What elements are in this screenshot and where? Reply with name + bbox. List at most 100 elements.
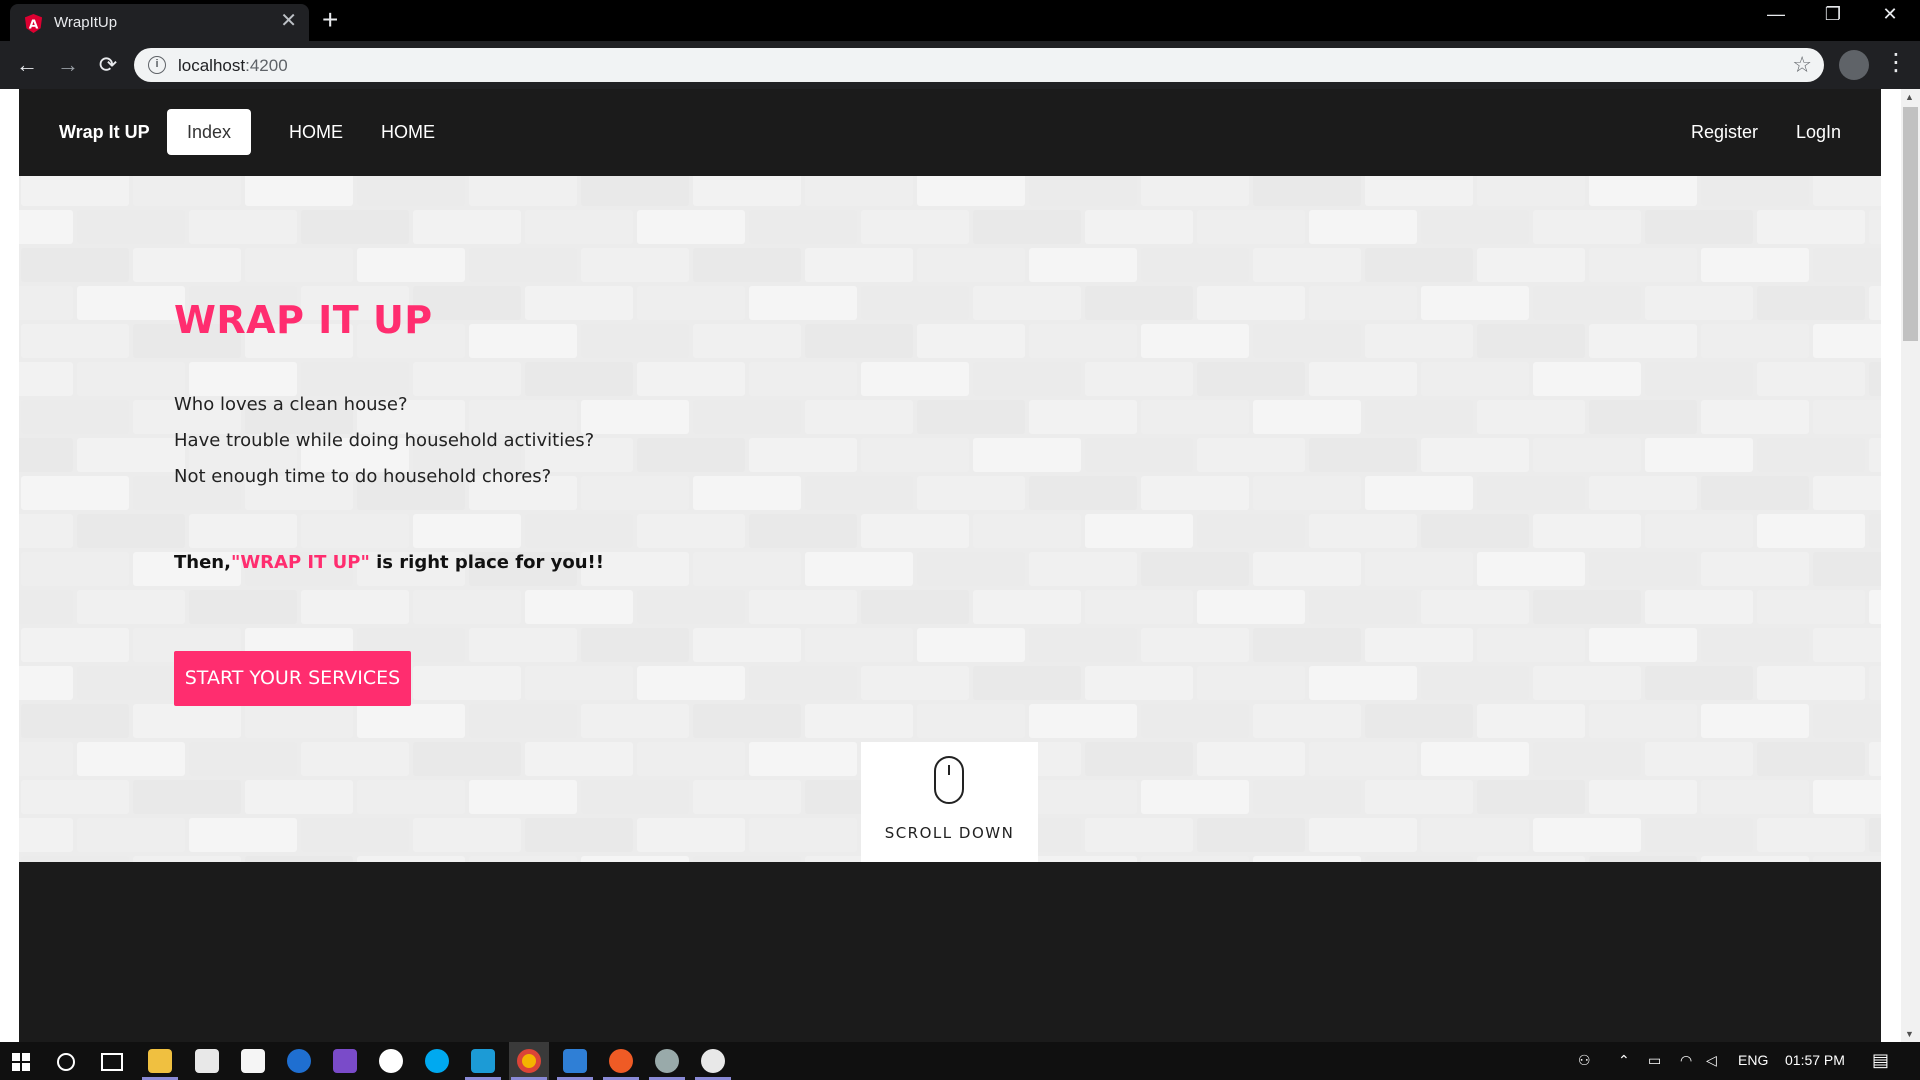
brick	[1141, 400, 1249, 434]
brick	[1253, 324, 1361, 358]
brick	[413, 666, 521, 700]
brick	[1365, 248, 1473, 282]
brick	[1533, 210, 1641, 244]
brick	[581, 628, 689, 662]
postman-icon[interactable]	[609, 1049, 633, 1073]
restore-icon[interactable]: ❐	[1805, 4, 1861, 25]
task-view-icon[interactable]	[101, 1053, 123, 1071]
brick	[749, 818, 857, 852]
brick	[1701, 780, 1809, 814]
brick	[805, 176, 913, 206]
page-scrollbar[interactable]: ▲ ▼	[1881, 89, 1920, 1042]
brick	[1757, 590, 1865, 624]
reload-icon[interactable]: ⟳	[94, 51, 122, 79]
brick	[1365, 552, 1473, 586]
brick	[357, 704, 465, 738]
windows-start-icon[interactable]	[12, 1053, 30, 1071]
brick	[1365, 476, 1473, 510]
brick	[1085, 514, 1193, 548]
site-brand[interactable]: Wrap It UP	[59, 122, 150, 143]
skype-icon[interactable]	[425, 1049, 449, 1073]
brick	[301, 742, 409, 776]
node-icon[interactable]	[379, 1049, 403, 1073]
brick	[693, 324, 801, 358]
brick	[301, 514, 409, 548]
brick	[1813, 780, 1881, 814]
brick	[1477, 552, 1585, 586]
cortana-search-icon[interactable]	[57, 1053, 75, 1071]
brick	[1253, 628, 1361, 662]
minimize-icon[interactable]: —	[1748, 4, 1804, 25]
brick	[917, 628, 1025, 662]
brick	[1477, 324, 1585, 358]
brick	[1869, 362, 1881, 396]
new-tab-button[interactable]: +	[322, 6, 338, 34]
store-icon[interactable]	[241, 1049, 265, 1073]
browser-menu-icon[interactable]: ⋮	[1884, 49, 1908, 77]
back-icon[interactable]: ←	[13, 51, 41, 79]
nav-item-home-2[interactable]: HOME	[361, 109, 455, 155]
wifi-icon[interactable]: ◠	[1680, 1052, 1692, 1069]
battery-icon[interactable]: ▭	[1648, 1052, 1661, 1069]
clock[interactable]: 01:57 PM	[1785, 1052, 1845, 1068]
bookmark-star-icon[interactable]: ☆	[1792, 52, 1812, 78]
nav-item-index[interactable]: Index	[167, 109, 252, 155]
scroll-up-arrow-icon[interactable]: ▲	[1905, 92, 1914, 102]
brick	[1701, 552, 1809, 586]
brick	[749, 210, 857, 244]
input-language[interactable]: ENG	[1738, 1052, 1768, 1068]
action-center-icon[interactable]: ▤	[1872, 1050, 1889, 1071]
dragon-icon[interactable]	[655, 1049, 679, 1073]
forward-icon[interactable]: →	[54, 51, 82, 79]
nav-item-home[interactable]: HOME	[269, 109, 363, 155]
brick	[1253, 400, 1361, 434]
close-window-icon[interactable]: ✕	[1862, 4, 1918, 25]
visual-studio-icon[interactable]	[333, 1049, 357, 1073]
brick	[805, 476, 913, 510]
brick	[1141, 704, 1249, 738]
site-info-icon[interactable]: i	[148, 56, 166, 74]
brick	[973, 362, 1081, 396]
file-explorer-icon[interactable]	[148, 1049, 172, 1073]
scroll-down-button[interactable]: SCROLL DOWN	[861, 742, 1038, 862]
brick	[301, 362, 409, 396]
brick	[469, 248, 577, 282]
webstorm-icon[interactable]	[471, 1049, 495, 1073]
brick	[19, 438, 73, 472]
scrollbar-thumb[interactable]	[1903, 107, 1918, 341]
brick	[525, 590, 633, 624]
browser-tab[interactable]: A WrapItUp ✕	[10, 4, 309, 41]
brick	[469, 628, 577, 662]
show-hidden-icons-icon[interactable]: ⌃	[1618, 1052, 1630, 1069]
brick	[1757, 742, 1865, 776]
brick	[77, 362, 185, 396]
chrome-icon[interactable]	[517, 1049, 541, 1073]
brick	[1365, 324, 1473, 358]
brick	[301, 210, 409, 244]
tagline-highlight: "WRAP IT UP"	[230, 552, 370, 573]
login-link[interactable]: LogIn	[1796, 122, 1841, 143]
register-link[interactable]: Register	[1691, 122, 1758, 143]
brick	[19, 362, 73, 396]
brick	[1589, 704, 1697, 738]
slack-icon[interactable]	[701, 1049, 725, 1073]
tab-title: WrapItUp	[54, 14, 118, 31]
brick	[21, 780, 129, 814]
brick	[1477, 248, 1585, 282]
edge-icon[interactable]	[287, 1049, 311, 1073]
start-services-button[interactable]: START YOUR SERVICES	[174, 651, 411, 706]
brick	[245, 780, 353, 814]
brick	[1813, 324, 1881, 358]
tab-close-icon[interactable]: ✕	[280, 11, 297, 31]
mail-icon[interactable]	[195, 1049, 219, 1073]
brick	[581, 400, 689, 434]
people-icon[interactable]: ⚇	[1578, 1052, 1591, 1069]
scroll-down-arrow-icon[interactable]: ▼	[1905, 1029, 1914, 1039]
profile-avatar-icon[interactable]	[1839, 50, 1869, 80]
screen-icon[interactable]	[563, 1049, 587, 1073]
brick	[805, 248, 913, 282]
hero-tagline: Then,"WRAP IT UP" is right place for you…	[174, 552, 604, 573]
brick	[917, 476, 1025, 510]
volume-icon[interactable]: ◁	[1706, 1052, 1717, 1069]
address-bar[interactable]: i localhost:4200 ☆	[134, 48, 1824, 82]
